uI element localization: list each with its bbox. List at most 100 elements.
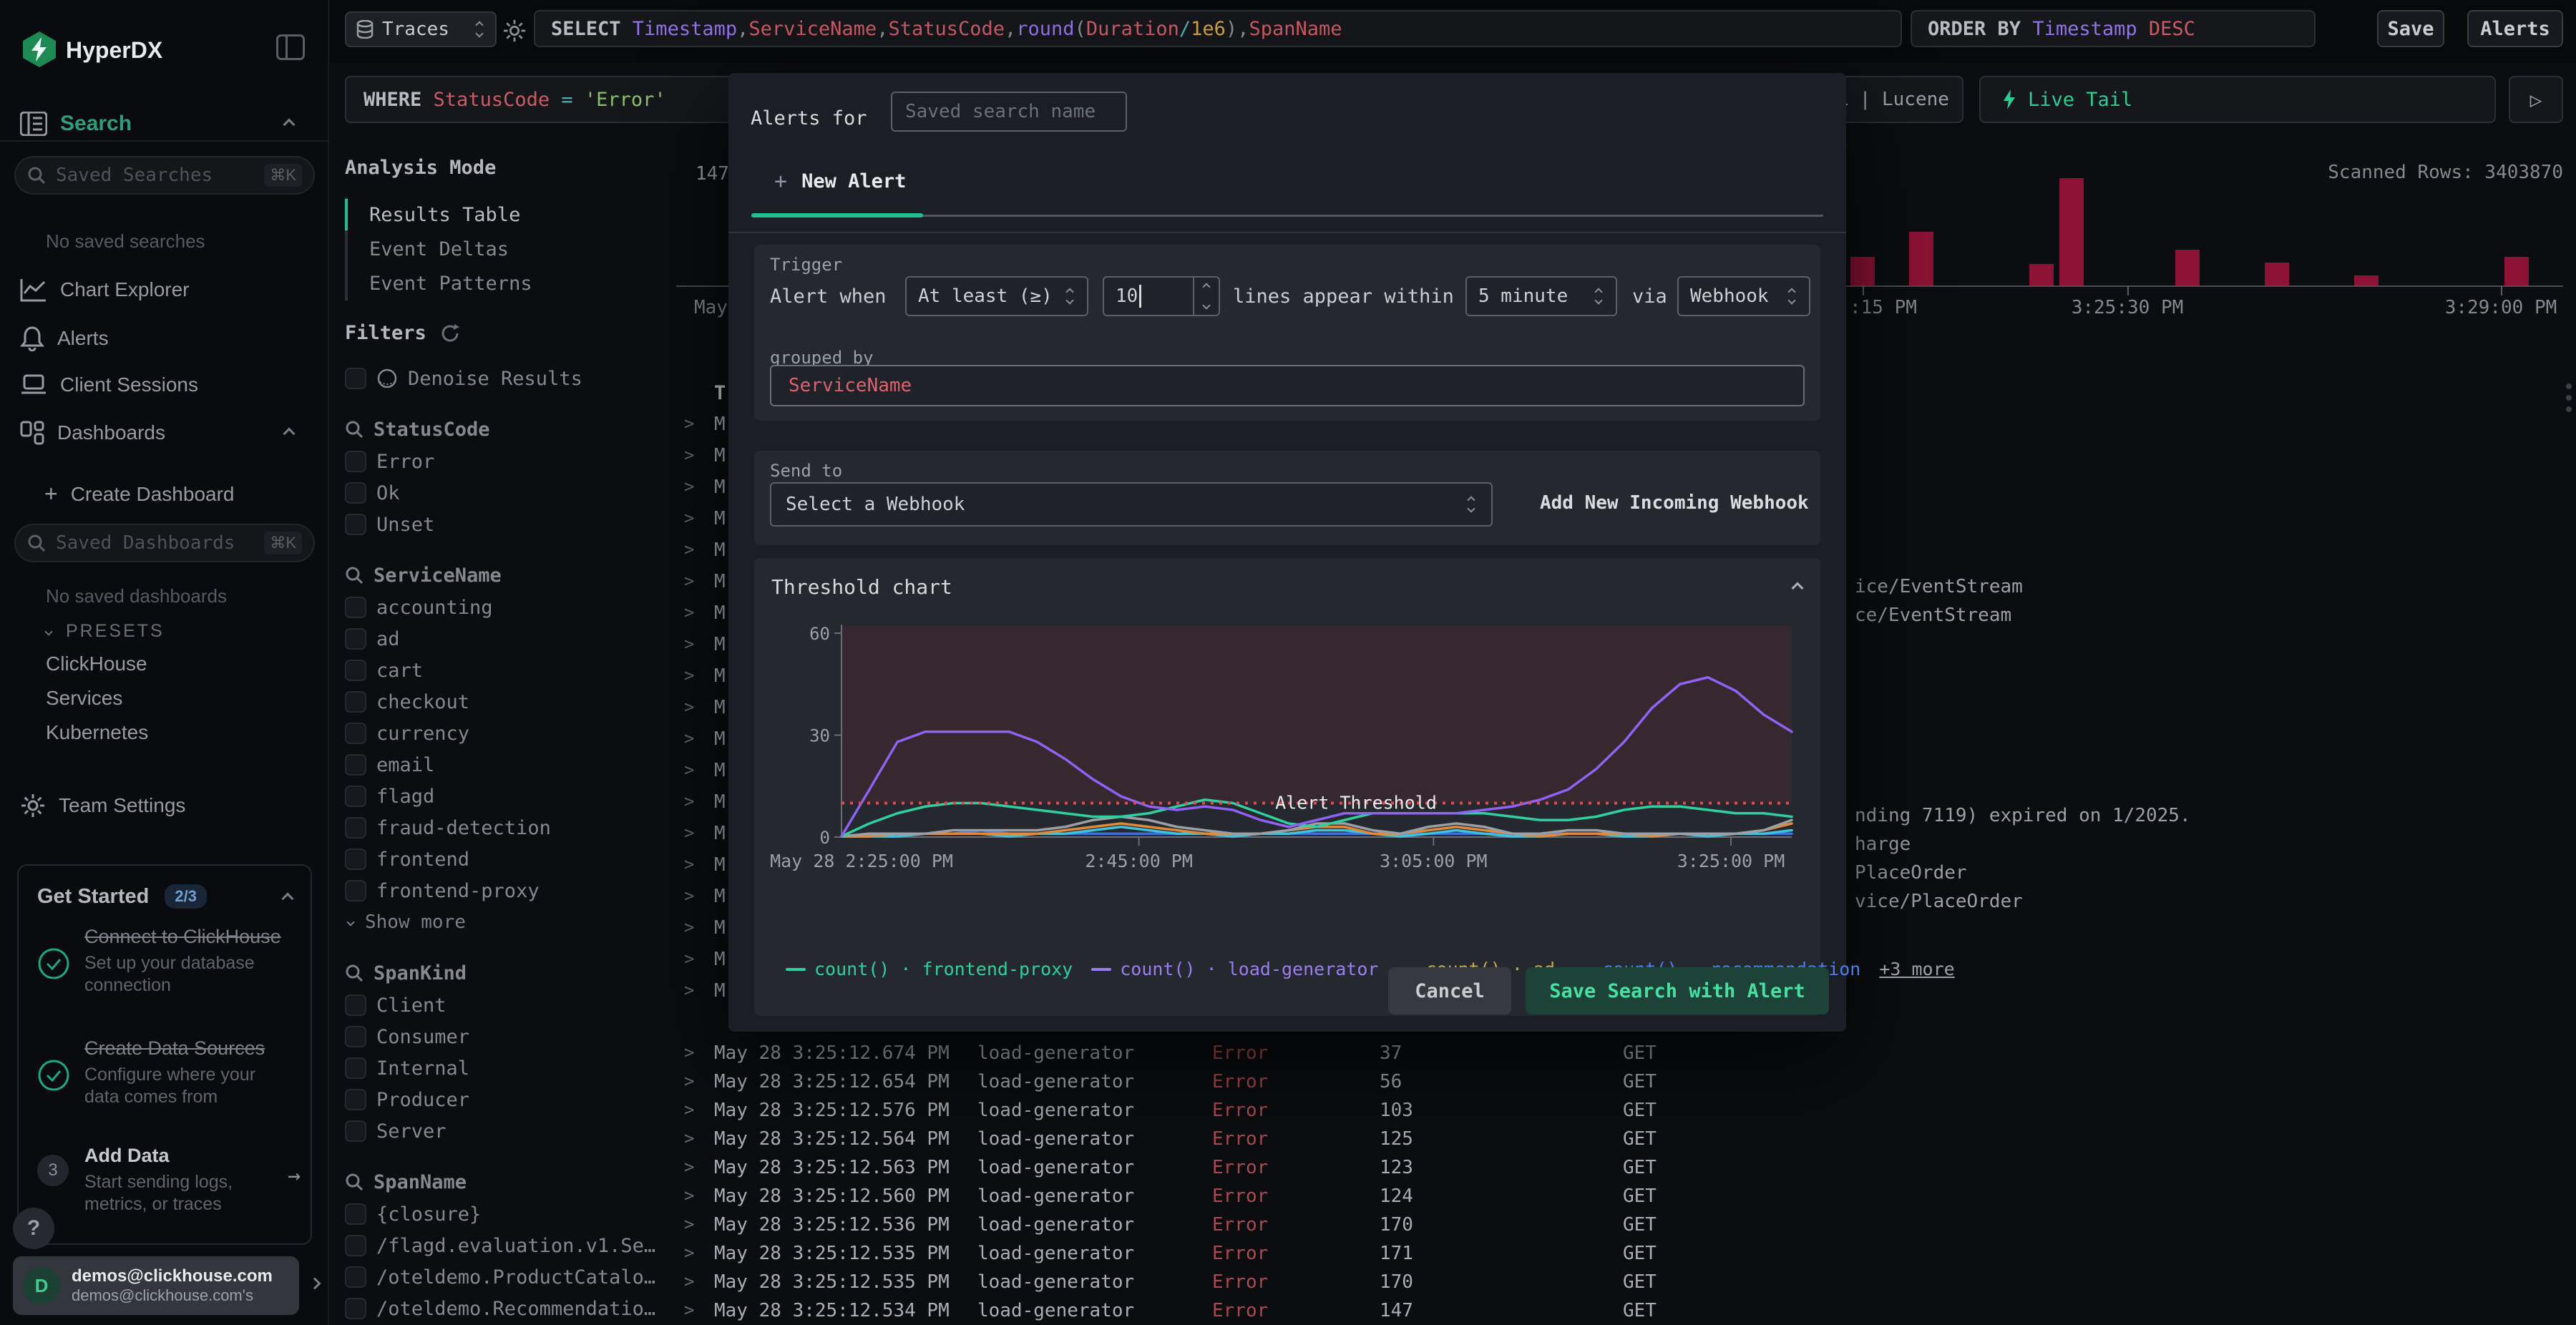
preset-kubernetes[interactable]: Kubernetes — [46, 721, 148, 744]
legend-item--3-more[interactable]: +3 more — [1879, 959, 1954, 979]
checkbox[interactable] — [345, 660, 366, 681]
checkbox[interactable] — [345, 880, 366, 901]
checkbox[interactable] — [345, 994, 366, 1016]
create-dashboard-button[interactable]: + Create Dashboard — [44, 481, 235, 507]
preset-clickhouse[interactable]: ClickHouse — [46, 652, 147, 675]
checkbox[interactable] — [345, 1266, 366, 1288]
time-window-select[interactable]: 5 minute — [1465, 276, 1617, 316]
get-started-step[interactable]: Create Data Sources Configure where your … — [37, 1037, 295, 1109]
table-row[interactable]: > May 28 3:25:12.535 PM load-generator Erro… — [676, 1268, 2576, 1296]
collapse-sidebar-icon[interactable] — [276, 34, 305, 60]
presets-toggle[interactable]: PRESETS — [44, 621, 165, 642]
checkbox[interactable] — [345, 691, 366, 713]
checkbox[interactable] — [345, 1298, 366, 1319]
saved-search-name-input[interactable]: Saved search name — [891, 92, 1127, 132]
filter-option[interactable]: Error — [345, 446, 681, 477]
checkbox[interactable] — [345, 1089, 366, 1110]
help-button[interactable]: ? — [13, 1208, 54, 1249]
sidebar-item-alerts[interactable]: Alerts — [20, 326, 109, 351]
filter-option[interactable]: Server — [345, 1115, 681, 1147]
checkbox[interactable] — [345, 1235, 366, 1256]
filter-option[interactable]: Unset — [345, 509, 681, 540]
saved-dashboards-input[interactable]: Saved Dashboards ⌘K — [14, 524, 315, 562]
checkbox[interactable] — [345, 514, 366, 535]
arrow-right-icon[interactable]: → — [288, 1163, 301, 1188]
user-menu-chevron-icon[interactable] — [308, 1277, 321, 1290]
table-scrollbar[interactable] — [2566, 383, 2572, 412]
tab-new-alert[interactable]: + New Alert — [774, 169, 906, 194]
filter-option[interactable]: Ok — [345, 477, 681, 509]
filter-option[interactable]: frontend — [345, 844, 681, 875]
checkbox[interactable] — [345, 817, 366, 838]
run-query-button[interactable]: ▷ — [2509, 76, 2563, 123]
filter-option[interactable]: cart — [345, 655, 681, 686]
condition-select[interactable]: At least (≥) — [905, 276, 1088, 316]
analysis-mode-event-patterns[interactable]: Event Patterns — [348, 266, 681, 300]
filter-option[interactable]: Producer — [345, 1084, 681, 1115]
filter-option[interactable]: {closure} — [345, 1198, 681, 1230]
user-menu[interactable]: D demos@clickhouse.com demos@clickhouse.… — [13, 1256, 299, 1315]
table-row[interactable]: > May 28 3:25:12.536 PM load-generator Erro… — [676, 1211, 2576, 1239]
checkbox[interactable] — [345, 1057, 366, 1079]
cancel-button[interactable]: Cancel — [1388, 967, 1511, 1014]
get-started-step[interactable]: Connect to ClickHouse Set up your databas… — [37, 926, 295, 997]
number-stepper[interactable] — [1193, 278, 1219, 315]
save-button[interactable]: Save — [2377, 10, 2444, 47]
table-row[interactable]: > May 28 3:25:12.560 PM load-generator Erro… — [676, 1182, 2576, 1211]
source-select[interactable]: Traces — [345, 11, 497, 47]
analysis-mode-results-table[interactable]: Results Table — [345, 197, 681, 232]
table-row[interactable]: > May 28 3:25:12.576 PM load-generator Erro… — [676, 1096, 2576, 1125]
alerts-button[interactable]: Alerts — [2467, 10, 2563, 47]
live-tail-button[interactable]: Live Tail — [1979, 76, 2496, 123]
get-started-collapse-chevron-icon[interactable] — [281, 892, 294, 905]
get-started-step[interactable]: 3 Add Data Start sending logs, metrics, or… — [37, 1145, 301, 1216]
checkbox[interactable] — [345, 1120, 366, 1142]
filter-option[interactable]: Client — [345, 989, 681, 1021]
refresh-icon[interactable] — [439, 323, 461, 344]
filter-option[interactable]: /flagd.evaluation.v1.Se… — [345, 1230, 681, 1261]
filter-option[interactable]: /oteldemo.ProductCatalo… — [345, 1261, 681, 1293]
saved-searches-input[interactable]: Saved Searches ⌘K — [14, 156, 315, 195]
sql-select-input[interactable]: SELECT Timestamp,ServiceName,StatusCode,… — [534, 10, 1902, 47]
dashboards-collapse-chevron-icon[interactable] — [283, 427, 296, 440]
checkbox[interactable] — [345, 1026, 366, 1047]
checkbox[interactable] — [345, 786, 366, 807]
table-row[interactable]: > May 28 3:25:12.563 PM load-generator Erro… — [676, 1153, 2576, 1182]
filter-option[interactable]: Internal — [345, 1052, 681, 1084]
sidebar-item-dashboards[interactable]: Dashboards — [20, 421, 165, 445]
order-by-input[interactable]: ORDER BY Timestamp DESC — [1911, 10, 2316, 47]
preset-services[interactable]: Services — [46, 687, 122, 710]
analysis-mode-event-deltas[interactable]: Event Deltas — [348, 232, 681, 266]
denoise-results-option[interactable]: Denoise Results — [345, 363, 681, 394]
table-row[interactable]: > May 28 3:25:12.534 PM load-generator Erro… — [676, 1296, 2576, 1325]
webhook-select[interactable]: Select a Webhook — [770, 482, 1493, 527]
filter-option[interactable]: Consumer — [345, 1021, 681, 1052]
sidebar-item-chart-explorer[interactable]: Chart Explorer — [20, 278, 190, 302]
checkbox[interactable] — [345, 1203, 366, 1225]
filter-option[interactable]: checkout — [345, 686, 681, 718]
filter-option[interactable]: /oteldemo.Recommendatio… — [345, 1293, 681, 1324]
channel-select[interactable]: Webhook — [1677, 276, 1810, 316]
sidebar-item-search[interactable]: Search — [20, 112, 132, 136]
filter-option[interactable]: accounting — [345, 592, 681, 623]
filter-option[interactable]: currency — [345, 718, 681, 749]
checkbox[interactable] — [345, 368, 366, 389]
table-row[interactable]: > May 28 3:25:12.535 PM load-generator Erro… — [676, 1239, 2576, 1268]
sidebar-item-team-settings[interactable]: Team Settings — [20, 793, 185, 818]
filter-option[interactable]: frontend-proxy — [345, 875, 681, 906]
grouped-by-input[interactable]: ServiceName — [770, 365, 1805, 406]
filter-option[interactable]: fraud-detection — [345, 812, 681, 844]
checkbox[interactable] — [345, 482, 366, 504]
checkbox[interactable] — [345, 723, 366, 744]
sidebar-item-client-sessions[interactable]: Client Sessions — [20, 373, 198, 396]
search-collapse-chevron-icon[interactable] — [283, 118, 296, 131]
save-search-with-alert-button[interactable]: Save Search with Alert — [1526, 967, 1829, 1014]
table-row[interactable]: > May 28 3:25:12.654 PM load-generator Erro… — [676, 1067, 2576, 1096]
add-new-webhook-link[interactable]: Add New Incoming Webhook — [1540, 492, 1809, 514]
checkbox[interactable] — [345, 754, 366, 776]
checkbox[interactable] — [345, 849, 366, 870]
table-row[interactable]: > May 28 3:25:12.564 PM load-generator Erro… — [676, 1125, 2576, 1153]
show-more-button[interactable]: Show more — [345, 906, 681, 938]
filter-option[interactable]: email — [345, 749, 681, 781]
threshold-value-input[interactable]: 10 — [1103, 276, 1220, 316]
